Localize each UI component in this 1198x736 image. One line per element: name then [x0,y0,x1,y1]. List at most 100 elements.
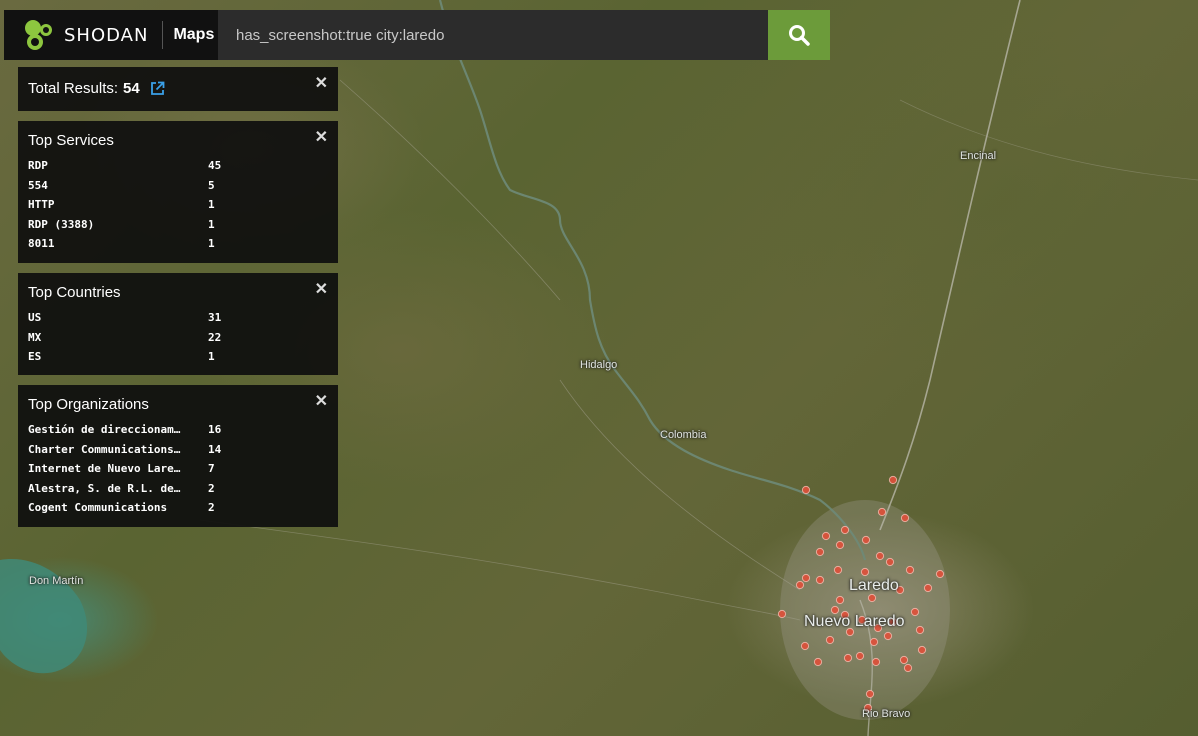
table-row[interactable]: Gestión de direccionam… 16 [28,420,328,440]
highway [879,0,1021,531]
row-count: 7 [208,462,215,475]
close-icon[interactable]: ✕ [315,394,328,410]
total-results-count: 54 [123,80,140,97]
result-marker[interactable] [821,531,831,541]
place-hidalgo: Hidalgo [580,359,618,371]
result-marker[interactable] [877,507,887,517]
result-marker[interactable] [843,653,853,663]
result-marker[interactable] [815,547,825,557]
road-mid [559,379,801,591]
table-row[interactable]: RDP (3388) 1 [28,215,328,235]
result-marker[interactable] [840,525,850,535]
close-icon[interactable]: ✕ [315,282,328,298]
road-nw [339,79,561,301]
table-row[interactable]: 8011 1 [28,234,328,254]
result-marker[interactable] [861,535,871,545]
table-row[interactable]: Alestra, S. de R.L. de… 2 [28,479,328,499]
row-name: US [28,311,42,324]
close-icon[interactable]: ✕ [315,76,328,92]
result-marker[interactable] [875,551,885,561]
row-name: Alestra, S. de R.L. de… [28,481,181,495]
result-marker[interactable] [923,583,933,593]
result-marker[interactable] [899,655,909,665]
table-row[interactable]: HTTP 1 [28,195,328,215]
row-count: 2 [208,481,215,495]
row-name: RDP [28,159,48,172]
result-marker[interactable] [867,593,877,603]
place-colombia: Colombia [660,429,707,441]
row-count: 2 [208,501,215,514]
shodan-brand[interactable]: SHODAN Maps [4,10,218,60]
result-marker[interactable] [935,569,945,579]
result-marker[interactable] [883,631,893,641]
external-link-icon[interactable] [150,81,165,96]
table-row[interactable]: Cogent Communications 2 [28,498,328,518]
row-count: 5 [208,178,215,192]
row-name: Internet de Nuevo Lare… [28,462,181,475]
result-marker[interactable] [801,485,811,495]
result-marker[interactable] [903,663,913,673]
road-ne [899,99,1198,181]
result-marker[interactable] [833,565,843,575]
result-marker[interactable] [888,475,898,485]
place-encinal: Encinal [960,150,997,162]
place-rio-bravo: Rio Bravo [862,708,911,720]
brand-name: SHODAN [64,24,149,46]
row-count: 45 [208,159,222,172]
table-row[interactable]: RDP 45 [28,156,328,176]
result-marker[interactable] [795,580,805,590]
result-marker[interactable] [917,645,927,655]
search-input[interactable] [218,10,768,60]
result-marker[interactable] [855,651,865,661]
row-count: 14 [208,442,222,456]
row-name: Charter Communications… [28,442,181,456]
result-marker[interactable] [900,513,910,523]
result-marker[interactable] [910,607,920,617]
row-count: 1 [208,350,215,363]
table-row[interactable]: Charter Communications… 14 [28,440,328,460]
row-count: 22 [208,330,222,344]
row-name: ES [28,350,42,363]
river [438,0,867,561]
place-nuevo-laredo: Nuevo Laredo [804,613,905,630]
table-row[interactable]: ES 1 [28,347,328,367]
result-marker[interactable] [869,637,879,647]
table-row[interactable]: 554 5 [28,176,328,196]
result-marker[interactable] [801,573,811,583]
row-count: 1 [208,217,215,231]
top-organizations-title: Top Organizations [28,396,149,413]
place-don-martin: Don Martín [29,575,84,587]
result-marker[interactable] [800,641,810,651]
top-services-title: Top Services [28,132,114,149]
row-count: 1 [208,198,215,211]
row-name: 8011 [28,237,55,250]
row-name: Gestión de direccionam… [28,423,181,436]
result-marker[interactable] [885,557,895,567]
result-marker[interactable] [813,657,823,667]
brand-divider [162,21,164,49]
search-icon [788,24,810,46]
search-button[interactable] [768,10,830,60]
result-marker[interactable] [915,625,925,635]
table-row[interactable]: US 31 [28,308,328,328]
result-marker[interactable] [871,657,881,667]
place-laredo: Laredo [849,577,899,594]
result-marker[interactable] [835,595,845,605]
table-row[interactable]: MX 22 [28,328,328,348]
result-marker[interactable] [815,575,825,585]
row-name: MX [28,330,42,344]
result-marker[interactable] [835,540,845,550]
close-icon[interactable]: ✕ [315,130,328,146]
result-marker[interactable] [905,565,915,575]
row-name: RDP (3388) [28,217,95,231]
row-count: 1 [208,237,215,250]
top-services-panel: Top Services ✕ RDP 45 554 5 HTTP 1 RDP (338… [18,121,338,263]
result-marker[interactable] [865,689,875,699]
result-marker[interactable] [860,567,870,577]
row-name: HTTP [28,198,55,211]
search-bar [218,10,768,60]
result-marker[interactable] [777,609,787,619]
result-marker[interactable] [825,635,835,645]
table-row[interactable]: Internet de Nuevo Lare… 7 [28,459,328,479]
road-west [199,519,801,621]
